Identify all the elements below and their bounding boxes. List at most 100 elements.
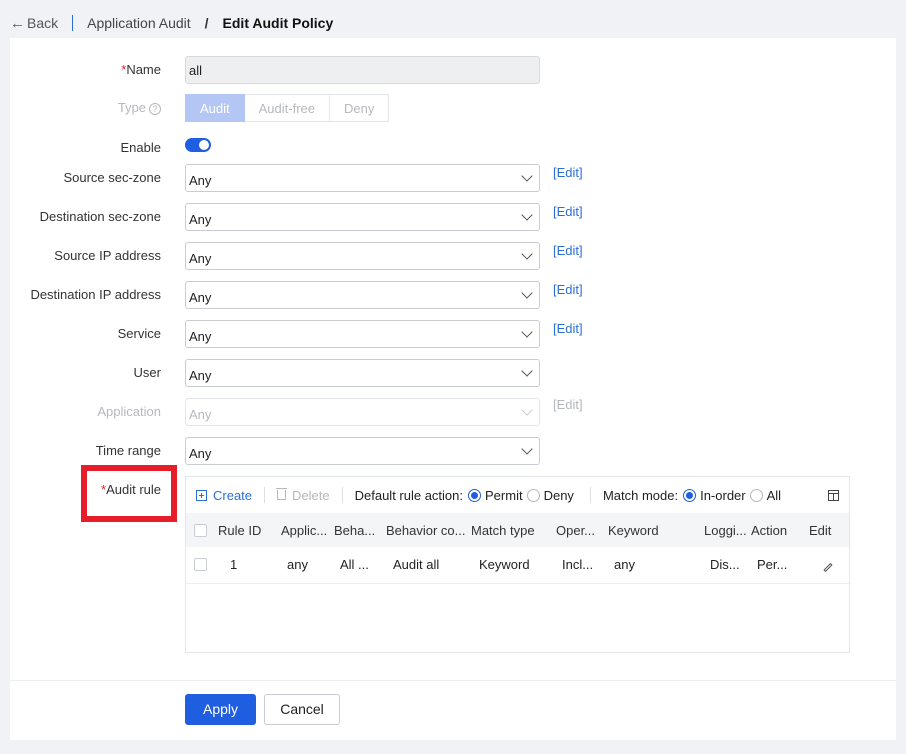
back-link[interactable]: ← Back [10,15,58,32]
chevron-down-icon [521,287,533,299]
breadcrumb-separator: / [204,15,209,31]
audit-rules-panel: Create Delete Default rule action: Permi… [185,476,850,653]
table-cell: any [606,547,702,584]
column-header: Edit [807,513,849,547]
service-edit-link[interactable]: [Edit] [553,321,583,336]
column-header[interactable]: Keyword [606,513,702,547]
user-row: User Any [10,359,896,387]
source-zone-row: Source sec-zone Any [Edit] [10,164,896,192]
plus-square-icon [196,489,207,501]
service-select[interactable]: Any [185,320,540,348]
type-option-audit-free[interactable]: Audit-free [244,94,331,122]
dest-ip-select[interactable]: Any [185,281,540,309]
breadcrumb-divider [72,15,74,31]
type-label: Type? [118,100,161,115]
column-header[interactable]: Rule ID [216,513,279,547]
audit-rules-table: Rule ID Applic... Beha... Behavior co...… [186,513,849,584]
in-order-label: In-order [700,487,746,503]
source-ip-row: Source IP address Any [Edit] [10,242,896,270]
type-segmented-control: Audit Audit-free Deny [185,94,390,122]
edit-cell [807,547,849,584]
delete-button[interactable]: Delete [276,488,330,503]
radio-unselected-icon [526,488,540,502]
create-button[interactable]: Create [196,488,252,503]
source-ip-edit-link[interactable]: [Edit] [553,243,583,258]
highlight-box [81,465,177,522]
dest-zone-row: Destination sec-zone Any [Edit] [10,203,896,231]
table-cell: Per... [749,547,807,584]
source-ip-value: Any [189,251,212,266]
page-title: Edit Audit Policy [222,15,334,31]
service-row: Service Any [Edit] [10,320,896,348]
application-value: Any [189,407,212,422]
breadcrumb: ← Back Application Audit / Edit Audit Po… [10,14,333,32]
cancel-button[interactable]: Cancel [264,694,340,725]
in-order-radio[interactable]: In-order [683,488,746,503]
enable-toggle[interactable] [185,138,211,152]
column-header[interactable]: Applic... [279,513,332,547]
radio-unselected-icon [749,488,763,502]
back-label: Back [27,15,59,31]
source-ip-select[interactable]: Any [185,242,540,270]
dest-zone-value: Any [189,212,212,227]
chevron-down-icon [521,404,533,416]
dest-zone-select[interactable]: Any [185,203,540,231]
source-zone-edit-link[interactable]: [Edit] [553,165,583,180]
column-header[interactable]: Oper... [554,513,606,547]
name-field[interactable]: all [185,56,540,84]
service-label: Service [117,326,161,341]
application-label: Application [97,404,161,419]
dest-zone-label: Destination sec-zone [39,209,161,224]
source-zone-value: Any [189,173,212,188]
time-range-select[interactable]: Any [185,437,540,465]
permit-radio[interactable]: Permit [468,488,523,503]
dest-ip-label: Destination IP address [30,287,161,302]
application-edit-link: [Edit] [553,397,583,412]
source-ip-label: Source IP address [54,248,161,263]
toolbar-divider [589,487,591,503]
row-checkbox[interactable] [194,558,207,572]
column-header[interactable]: Loggi... [702,513,749,547]
breadcrumb-parent[interactable]: Application Audit [87,15,191,31]
service-value: Any [189,329,212,344]
column-header[interactable]: Action [749,513,807,547]
column-header[interactable]: Behavior co... [384,513,469,547]
apply-button[interactable]: Apply [185,694,256,725]
column-header[interactable]: Beha... [332,513,384,547]
select-all-checkbox[interactable] [194,523,207,537]
chevron-down-icon [521,170,533,182]
dest-zone-edit-link[interactable]: [Edit] [553,204,583,219]
dest-ip-edit-link[interactable]: [Edit] [553,282,583,297]
column-settings-icon[interactable] [828,490,839,501]
table-header-row: Rule ID Applic... Beha... Behavior co...… [186,513,849,547]
chevron-down-icon [521,248,533,260]
application-row: Application Any [Edit] [10,397,896,426]
table-row[interactable]: 1 any All ... Audit all Keyword Incl... … [186,547,849,584]
type-row: Type? Audit Audit-free Deny [10,94,896,122]
name-label: *Name [121,62,161,77]
help-icon[interactable]: ? [149,103,161,115]
user-select[interactable]: Any [185,359,540,387]
dest-ip-row: Destination IP address Any [Edit] [10,281,896,309]
type-option-deny[interactable]: Deny [330,94,390,122]
chevron-down-icon [521,326,533,338]
table-cell: Dis... [702,547,749,584]
all-radio[interactable]: All [749,487,782,503]
footer-divider [10,680,896,681]
toggle-knob [199,140,209,150]
deny-radio[interactable]: Deny [526,487,574,503]
permit-label: Permit [485,487,523,503]
table-cell: Incl... [554,547,606,584]
enable-label: Enable [120,140,161,155]
radio-selected-icon [683,488,697,502]
deny-label: Deny [543,487,574,503]
chevron-down-icon [521,209,533,221]
source-zone-select[interactable]: Any [185,164,540,192]
all-label: All [766,487,782,503]
select-all-cell [186,513,216,547]
type-option-audit[interactable]: Audit [185,94,245,122]
pencil-icon[interactable] [823,563,833,573]
time-range-value: Any [189,446,212,461]
column-header[interactable]: Match type [469,513,554,547]
user-value: Any [189,368,212,383]
